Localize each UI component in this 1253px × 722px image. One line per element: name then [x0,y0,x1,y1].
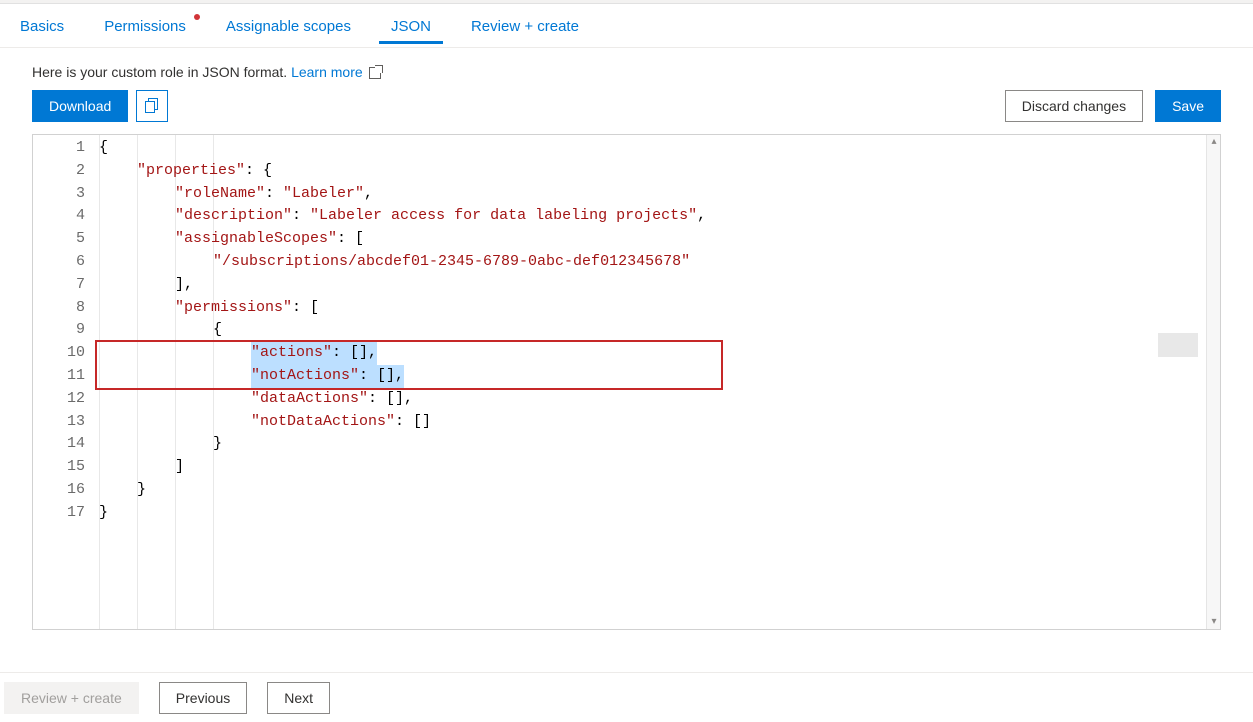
wizard-footer: Review + create Previous Next [0,672,1253,722]
code-line[interactable]: "permissions": [ [99,297,1220,320]
line-number: 3 [33,183,95,206]
tab-json[interactable]: JSON [379,8,443,43]
code-line[interactable]: } [99,502,1220,525]
code-line[interactable]: "/subscriptions/abcdef01-2345-6789-0abc-… [99,251,1220,274]
minimap-thumb[interactable] [1158,333,1198,357]
code-line[interactable]: "roleName": "Labeler", [99,183,1220,206]
save-button[interactable]: Save [1155,90,1221,122]
line-number: 1 [33,137,95,160]
scrollbar[interactable]: ▴ ▾ [1206,135,1220,629]
discard-changes-button[interactable]: Discard changes [1005,90,1143,122]
unsaved-dot-icon [194,14,200,20]
scroll-down-icon[interactable]: ▾ [1207,615,1221,629]
json-editor[interactable]: 1234567891011121314151617 {"properties":… [32,134,1221,630]
tab-assignable-scopes[interactable]: Assignable scopes [214,8,363,43]
line-number: 12 [33,388,95,411]
scroll-up-icon[interactable]: ▴ [1207,135,1221,149]
line-number: 13 [33,411,95,434]
line-number: 2 [33,160,95,183]
line-number: 14 [33,433,95,456]
line-number-gutter: 1234567891011121314151617 [33,135,95,629]
external-link-icon [369,67,381,79]
copy-button[interactable] [136,90,168,122]
next-button[interactable]: Next [267,682,330,714]
tab-permissions-label: Permissions [104,18,186,35]
line-number: 9 [33,319,95,342]
line-number: 5 [33,228,95,251]
code-line[interactable]: } [99,479,1220,502]
toolbar: Download Discard changes Save [0,90,1253,134]
code-line[interactable]: "description": "Labeler access for data … [99,205,1220,228]
previous-button[interactable]: Previous [159,682,247,714]
code-line[interactable]: "dataActions": [], [99,388,1220,411]
learn-more-link[interactable]: Learn more [291,64,380,80]
code-area[interactable]: {"properties": {"roleName": "Labeler","d… [95,135,1220,629]
subheading-text: Here is your custom role in JSON format. [32,64,291,80]
line-number: 7 [33,274,95,297]
code-line[interactable]: "properties": { [99,160,1220,183]
copy-icon [144,98,160,114]
line-number: 17 [33,502,95,525]
line-number: 15 [33,456,95,479]
code-line[interactable]: "notActions": [], [99,365,1220,388]
line-number: 11 [33,365,95,388]
download-button[interactable]: Download [32,90,128,122]
code-line[interactable]: ], [99,274,1220,297]
subheading: Here is your custom role in JSON format.… [0,48,1253,90]
code-line[interactable]: "notDataActions": [] [99,411,1220,434]
code-line[interactable]: "assignableScopes": [ [99,228,1220,251]
tab-bar: Basics Permissions Assignable scopes JSO… [0,4,1253,48]
tab-permissions[interactable]: Permissions [92,8,198,43]
review-create-button: Review + create [4,682,139,714]
line-number: 8 [33,297,95,320]
code-line[interactable]: { [99,319,1220,342]
line-number: 6 [33,251,95,274]
line-number: 10 [33,342,95,365]
line-number: 4 [33,205,95,228]
tab-review-create[interactable]: Review + create [459,8,591,43]
code-line[interactable]: { [99,137,1220,160]
code-line[interactable]: "actions": [], [99,342,1220,365]
line-number: 16 [33,479,95,502]
tab-basics[interactable]: Basics [8,8,76,43]
code-line[interactable]: ] [99,456,1220,479]
code-line[interactable]: } [99,433,1220,456]
